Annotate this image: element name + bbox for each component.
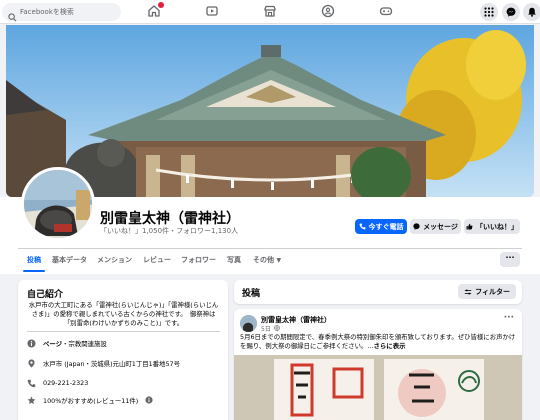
home-icon[interactable] — [147, 2, 164, 18]
search-box[interactable]: Facebookを検索 — [2, 3, 121, 22]
tab-reviews[interactable]: レビュー — [143, 252, 171, 272]
top-navigation-bar: Facebookを検索 — [0, 0, 540, 24]
page-avatar[interactable] — [21, 167, 95, 241]
tab-mentions[interactable]: メンション — [97, 252, 132, 272]
menu-grid-button[interactable] — [480, 3, 498, 21]
intro-card: 自己紹介 水戸市の大工町にある「雷神社(らいじんじゃ)」「雷神様(らいじんさま)… — [18, 280, 228, 420]
messenger-icon — [413, 223, 420, 230]
tab-about[interactable]: 基本データ — [52, 252, 87, 272]
intro-divider — [27, 331, 220, 332]
intro-title: 自己紹介 — [27, 290, 64, 300]
see-more-link[interactable]: さらに表示 — [374, 342, 406, 350]
call-now-button[interactable]: 今すぐ電話 — [355, 219, 407, 234]
like-page-button[interactable]: 「いいね！」 — [464, 219, 520, 234]
tab-more[interactable]: その他 ▼ — [253, 252, 281, 272]
tab-posts[interactable]: 投稿 — [23, 252, 45, 272]
filter-button[interactable]: フィルター — [458, 284, 516, 299]
star-icon — [27, 396, 36, 404]
like-label: 「いいね！」 — [476, 222, 518, 231]
tab-photos[interactable]: 写真 — [227, 252, 241, 272]
notifications-button[interactable] — [523, 3, 540, 21]
info-icon — [27, 338, 36, 348]
location-pin-icon — [28, 359, 35, 368]
post-date[interactable]: 5日 — [261, 324, 271, 333]
groups-icon[interactable] — [321, 4, 335, 18]
message-label: メッセージ — [423, 222, 458, 231]
intro-description: 水戸市の大工町にある「雷神社(らいじんじゃ)」「雷神様(らいじんさま)」の愛称で… — [28, 301, 219, 327]
chevron-down-icon: ▼ — [276, 257, 282, 264]
notification-dot — [158, 2, 164, 8]
notifications-icon — [528, 7, 536, 17]
menu-grid-icon — [484, 7, 494, 17]
tab-more-label: その他 — [253, 256, 274, 264]
phone-icon — [359, 223, 365, 230]
call-now-label: 今すぐ電話 — [368, 222, 404, 231]
globe-icon — [274, 324, 280, 333]
more-options-button[interactable]: ··· — [500, 252, 520, 267]
cover-photo[interactable] — [6, 25, 534, 197]
post-author-avatar[interactable] — [240, 315, 257, 332]
thumbs-up-icon — [466, 223, 473, 230]
search-icon — [8, 7, 17, 26]
page-stats[interactable]: 「いいね！」1,050件・フォロワー1,130人 — [100, 226, 238, 236]
phone-icon — [27, 379, 36, 387]
messenger-button[interactable] — [502, 3, 520, 21]
page-category: ・宗教関連施設 — [62, 339, 107, 348]
posts-header-card: 投稿 フィルター — [234, 280, 522, 304]
intro-recommendations: 100%がおすすめ(レビュー11件) — [27, 394, 153, 406]
info-icon[interactable] — [145, 396, 153, 404]
post-meta: 5日 — [261, 324, 280, 333]
phone-number[interactable]: 029-221-2323 — [43, 379, 88, 387]
address-text[interactable]: 水戸市 (Japan・茨城県)元山町1丁目1番地57号 — [43, 359, 180, 368]
filter-label: フィルター — [475, 287, 510, 296]
post-card: 別雷皇太神（雷神社） 5日 ··· 5月6日までの期間限定で、春季例大祭の特別御… — [234, 309, 522, 420]
message-button[interactable]: メッセージ — [410, 219, 461, 234]
intro-address: 水戸市 (Japan・茨城県)元山町1丁目1番地57号 — [27, 357, 180, 369]
messenger-icon — [506, 7, 516, 17]
post-image[interactable] — [234, 355, 522, 420]
post-body: 5月6日までの期間限定で、春季例大祭の特別御朱印を頒布致しております。ぜひ皆様に… — [240, 333, 516, 351]
marketplace-icon[interactable] — [263, 4, 277, 18]
intro-phone: 029-221-2323 — [27, 377, 88, 389]
recommendation-text[interactable]: 100%がおすすめ(レビュー11件) — [43, 396, 138, 405]
page-title: 別雷皇太神（雷神社） — [100, 211, 240, 227]
tab-followers[interactable]: フォロワー — [181, 252, 216, 272]
search-input[interactable]: Facebookを検索 — [20, 7, 74, 17]
post-options-button[interactable]: ··· — [504, 313, 514, 323]
gaming-icon[interactable] — [379, 4, 393, 18]
intro-page-category: ページ・宗教関連施設 — [27, 337, 107, 349]
posts-title: 投稿 — [242, 289, 261, 299]
filter-icon — [464, 288, 472, 295]
page-label: ページ — [43, 339, 63, 348]
header-divider — [18, 248, 522, 249]
video-icon[interactable] — [205, 4, 219, 18]
